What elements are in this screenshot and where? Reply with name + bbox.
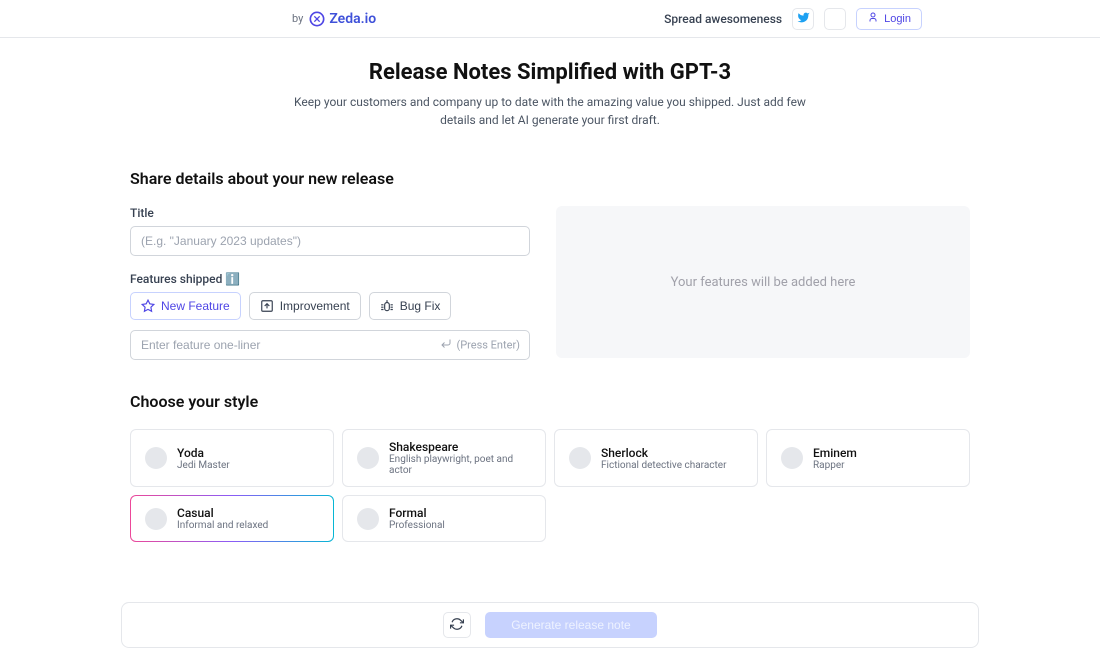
refresh-button[interactable] [443,612,471,638]
avatar [357,447,379,469]
zeda-logo[interactable]: Zeda.io [309,11,376,27]
feature-type-label: Bug Fix [400,299,441,313]
avatar [145,508,167,530]
style-desc: Professional [389,520,445,531]
login-button[interactable]: Login [856,8,922,30]
user-icon [867,11,879,26]
features-preview: Your features will be added here [556,206,970,358]
feature-type-label: New Feature [161,299,230,313]
generate-button[interactable]: Generate release note [485,612,656,638]
page-title: Release Notes Simplified with GPT-3 [0,60,1100,85]
enter-icon [440,338,452,353]
feature-type-label: Improvement [280,299,350,313]
spread-awesomeness-label: Spread awesomeness [664,12,782,26]
title-label: Title [130,206,530,220]
login-label: Login [884,13,911,25]
features-label: Features shipped ℹ️ [130,272,530,286]
style-desc: Informal and relaxed [177,520,268,531]
style-name: Casual [177,506,268,520]
twitter-button[interactable] [792,8,814,30]
by-label: by [292,12,303,25]
feature-type-bug-fix[interactable]: Bug Fix [369,292,452,320]
style-name: Formal [389,506,445,520]
style-name: Shakespeare [389,440,531,454]
avatar [781,447,803,469]
feature-type-improvement[interactable]: Improvement [249,292,361,320]
style-desc: Rapper [813,460,857,471]
title-input[interactable] [130,226,530,256]
refresh-icon [450,617,464,634]
zeda-logo-icon [309,11,325,27]
style-card-shakespeare[interactable]: Shakespeare English playwright, poet and… [342,429,546,487]
style-card-casual[interactable]: Casual Informal and relaxed [130,495,334,542]
style-card-yoda[interactable]: Yoda Jedi Master [130,429,334,487]
page-subtitle: Keep your customers and company up to da… [280,93,820,129]
preview-placeholder: Your features will be added here [671,275,856,290]
avatar [569,447,591,469]
style-name: Eminem [813,446,857,460]
style-desc: English playwright, poet and actor [389,454,531,476]
style-name: Sherlock [601,446,727,460]
style-card-sherlock[interactable]: Sherlock Fictional detective character [554,429,758,487]
form-section-title: Share details about your new release [130,169,970,188]
share-button[interactable] [824,8,846,30]
press-enter-hint: (Press Enter) [440,338,520,353]
arrow-up-icon [260,299,274,313]
style-name: Yoda [177,446,230,460]
feature-type-new-feature[interactable]: New Feature [130,292,241,320]
star-icon [141,299,155,313]
style-card-formal[interactable]: Formal Professional [342,495,546,542]
bug-icon [380,299,394,313]
zeda-logo-text: Zeda.io [329,11,376,27]
style-desc: Fictional detective character [601,460,727,471]
style-section-title: Choose your style [130,392,970,411]
twitter-icon [797,11,810,27]
style-card-eminem[interactable]: Eminem Rapper [766,429,970,487]
avatar [357,508,379,530]
style-desc: Jedi Master [177,460,230,471]
avatar [145,447,167,469]
